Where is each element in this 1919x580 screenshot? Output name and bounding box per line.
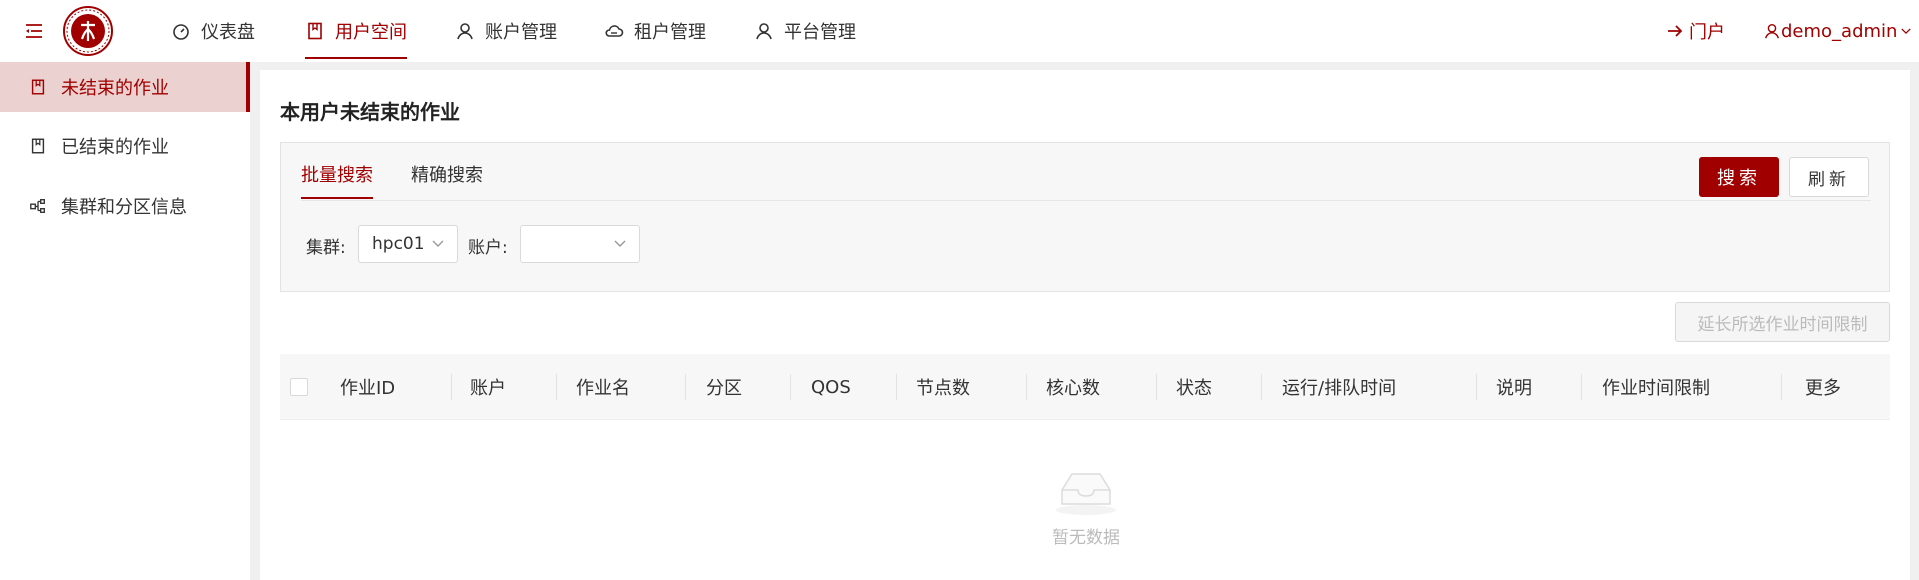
portal-label: 门户 xyxy=(1689,22,1725,43)
column-header[interactable]: 说明 xyxy=(1496,354,1532,420)
search-panel: 批量搜索 精确搜索 搜索 刷新 集群: hpc01 账户: xyxy=(280,142,1890,292)
account-label: 账户: xyxy=(468,238,508,258)
arrow-right-icon xyxy=(1668,25,1683,37)
page-title: 本用户未结束的作业 xyxy=(280,100,460,124)
book-icon xyxy=(308,22,322,40)
dashboard-icon xyxy=(173,24,189,40)
chevron-down-icon xyxy=(432,240,444,247)
column-header[interactable]: 作业名 xyxy=(576,354,630,420)
sidebar-item-unfinished-jobs[interactable]: 未结束的作业 xyxy=(0,62,250,112)
column-header[interactable]: 更多 xyxy=(1805,354,1841,420)
nav-platform-management-label: 平台管理 xyxy=(784,22,856,43)
empty-text: 暂无数据 xyxy=(1052,528,1120,548)
column-divider xyxy=(1781,374,1782,400)
cloud-icon xyxy=(605,25,624,37)
chevron-down-icon xyxy=(1901,28,1912,34)
nav-user-space[interactable]: 用户空间 xyxy=(305,0,407,62)
column-divider xyxy=(1261,374,1262,400)
portal-link[interactable]: 门户 xyxy=(1665,0,1725,62)
nav-tenant-management-label: 租户管理 xyxy=(634,22,706,43)
column-header[interactable]: 状态 xyxy=(1176,354,1212,420)
tab-batch-search[interactable]: 批量搜索 xyxy=(301,161,373,199)
column-header[interactable]: 分区 xyxy=(706,354,742,420)
account-select[interactable] xyxy=(520,225,640,263)
sidebar-item-label: 未结束的作业 xyxy=(61,78,169,99)
sidebar-item-cluster-info[interactable]: 集群和分区信息 xyxy=(0,181,250,231)
sidebar-item-label: 已结束的作业 xyxy=(61,137,169,158)
search-button[interactable]: 搜索 xyxy=(1699,157,1779,197)
tab-exact-search[interactable]: 精确搜索 xyxy=(411,161,483,197)
column-divider xyxy=(451,374,452,400)
column-header[interactable]: 作业ID xyxy=(340,354,395,420)
book-icon xyxy=(31,79,45,95)
university-logo[interactable] xyxy=(62,5,114,57)
menu-fold-icon[interactable] xyxy=(24,21,44,41)
column-divider xyxy=(1581,374,1582,400)
cluster-label: 集群: xyxy=(306,238,346,258)
nav-tenant-management[interactable]: 租户管理 xyxy=(604,0,706,62)
chevron-down-icon xyxy=(614,240,626,247)
main-content: 本用户未结束的作业 批量搜索 精确搜索 搜索 刷新 集群: hpc01 账户: … xyxy=(260,70,1910,580)
table-header: 作业ID 账户 作业名 分区 QOS 节点数 核心数 状态 运行/排队时间 说明… xyxy=(280,354,1890,420)
column-header[interactable]: 作业时间限制 xyxy=(1602,354,1710,420)
user-icon xyxy=(457,23,473,40)
nav-user-space-label: 用户空间 xyxy=(335,22,407,43)
column-header[interactable]: 节点数 xyxy=(916,354,970,420)
refresh-button[interactable]: 刷新 xyxy=(1789,157,1869,197)
column-divider xyxy=(685,374,686,400)
column-header[interactable]: 账户 xyxy=(470,354,506,420)
nav-platform-management[interactable]: 平台管理 xyxy=(754,0,856,62)
user-icon xyxy=(1765,23,1779,39)
column-divider xyxy=(1476,374,1477,400)
select-all-checkbox[interactable] xyxy=(290,378,308,396)
column-header[interactable]: 核心数 xyxy=(1046,354,1100,420)
tab-divider xyxy=(301,200,1871,201)
nav-dashboard[interactable]: 仪表盘 xyxy=(171,0,255,62)
column-header[interactable]: 运行/排队时间 xyxy=(1282,354,1396,420)
extend-time-limit-button[interactable]: 延长所选作业时间限制 xyxy=(1675,302,1890,342)
cluster-select-value: hpc01 xyxy=(372,234,425,254)
nav-account-management[interactable]: 账户管理 xyxy=(455,0,557,62)
column-header[interactable]: QOS xyxy=(811,354,851,420)
user-menu[interactable]: demo_admin xyxy=(1763,0,1913,62)
book-icon xyxy=(31,138,45,154)
column-divider xyxy=(1026,374,1027,400)
empty-state: 暂无数据 xyxy=(1040,460,1132,548)
top-header: 仪表盘 用户空间 账户管理 租户管理 平台管理 门户 demo_admin xyxy=(0,0,1919,62)
sidebar: 未结束的作业 已结束的作业 集群和分区信息 xyxy=(0,62,250,580)
sidebar-item-label: 集群和分区信息 xyxy=(61,197,187,218)
nav-dashboard-label: 仪表盘 xyxy=(201,22,255,43)
column-divider xyxy=(790,374,791,400)
nav-account-management-label: 账户管理 xyxy=(485,22,557,43)
column-divider xyxy=(556,374,557,400)
column-divider xyxy=(1156,374,1157,400)
empty-inbox-icon xyxy=(1056,473,1116,515)
user-icon xyxy=(756,23,772,40)
cluster-icon xyxy=(30,199,45,213)
sidebar-item-finished-jobs[interactable]: 已结束的作业 xyxy=(0,121,250,171)
cluster-select[interactable]: hpc01 xyxy=(358,225,458,263)
username-label: demo_admin xyxy=(1781,20,1898,42)
column-divider xyxy=(896,374,897,400)
